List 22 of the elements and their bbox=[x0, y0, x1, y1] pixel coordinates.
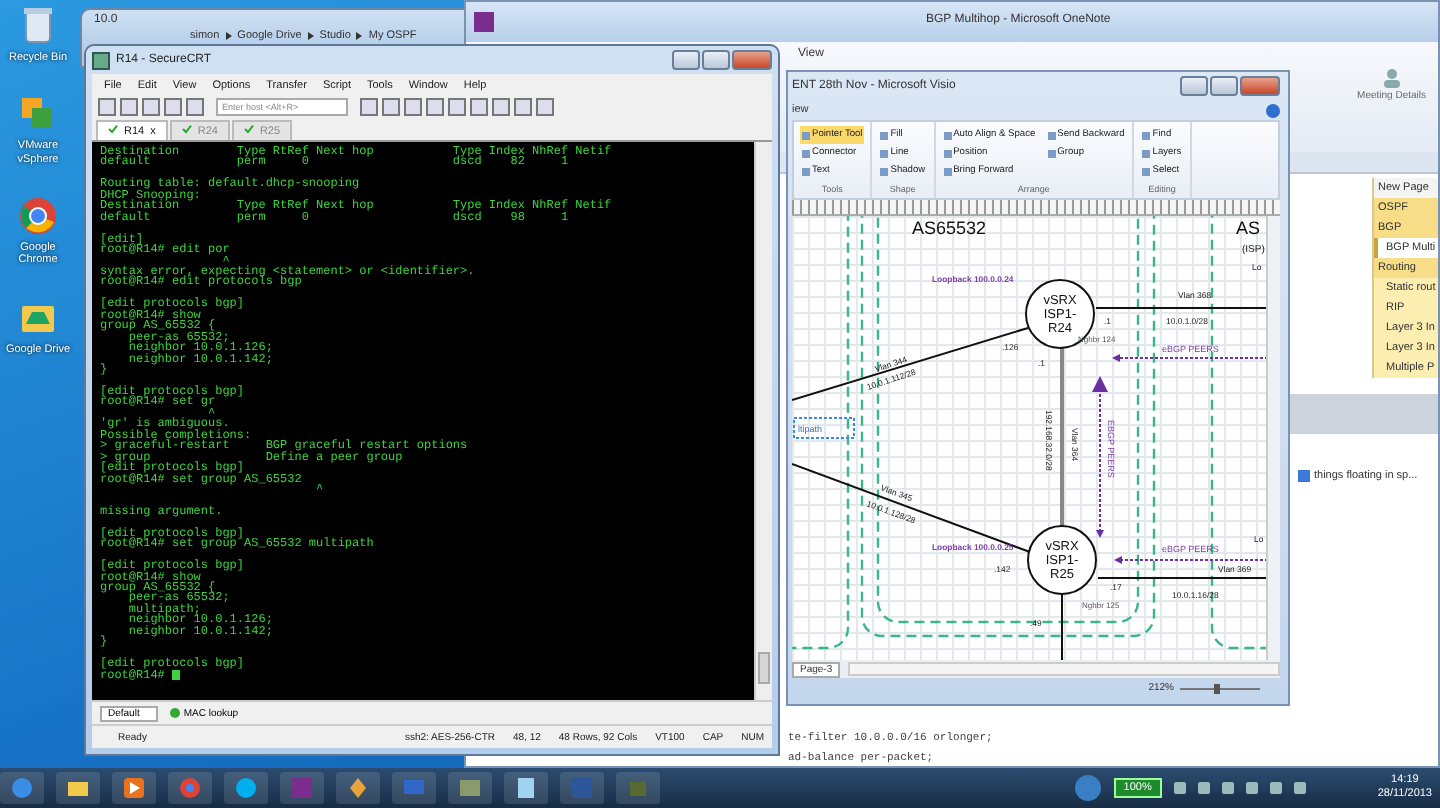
area-label: AS65532 bbox=[912, 218, 987, 238]
window-controls[interactable] bbox=[1180, 76, 1280, 96]
window-controls[interactable] bbox=[672, 50, 772, 70]
document-icon[interactable] bbox=[514, 776, 538, 800]
check-icon bbox=[243, 124, 254, 134]
selection-box bbox=[793, 417, 855, 439]
scrollbar[interactable] bbox=[754, 142, 772, 700]
link-line bbox=[1061, 593, 1063, 660]
scrollbar[interactable] bbox=[848, 662, 1280, 676]
status-dot-icon bbox=[169, 708, 180, 718]
people-icon bbox=[1381, 68, 1402, 88]
scrollbar[interactable] bbox=[1266, 216, 1280, 660]
folder-icon[interactable] bbox=[66, 776, 90, 800]
play-icon[interactable] bbox=[122, 776, 146, 800]
router-node bbox=[1027, 525, 1097, 595]
arrowhead-icon bbox=[1092, 376, 1108, 392]
check-icon bbox=[108, 124, 118, 134]
text-cursor bbox=[172, 669, 180, 680]
check-icon bbox=[181, 124, 192, 134]
user-icon[interactable] bbox=[1073, 774, 1102, 802]
help-icon[interactable] bbox=[1266, 103, 1280, 117]
area-label: AS bbox=[1236, 218, 1261, 238]
